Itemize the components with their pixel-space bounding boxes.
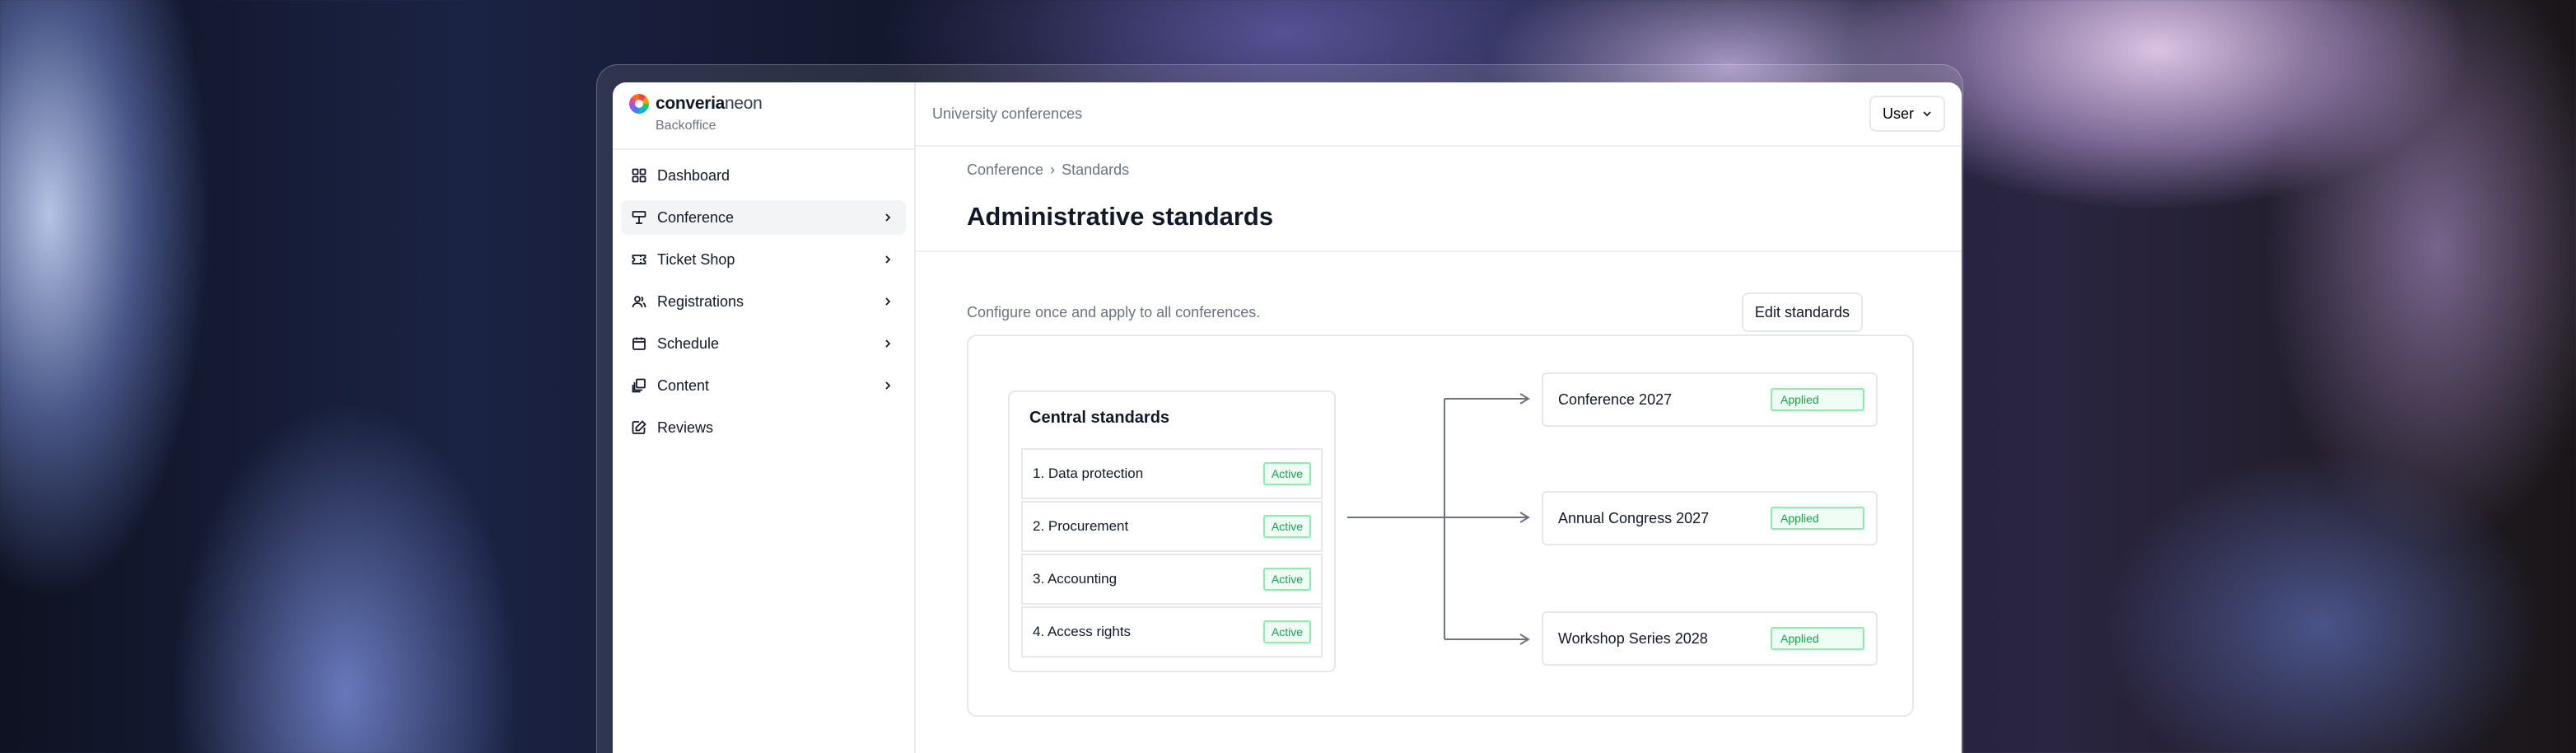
sidebar: converianeon Backoffice Dashboard Confer… bbox=[613, 82, 916, 753]
sidebar-item-reviews[interactable]: Reviews bbox=[621, 410, 906, 445]
chevron-right-icon bbox=[880, 293, 896, 310]
standard-label: 1. Data protection bbox=[1033, 465, 1144, 481]
standard-label: 4. Access rights bbox=[1033, 624, 1132, 639]
sidebar-item-registrations[interactable]: Registrations bbox=[621, 284, 906, 319]
standards-list: 1. Data protection Active 2. Procurement… bbox=[1021, 448, 1323, 659]
arrow-head-1 bbox=[1519, 393, 1530, 405]
breadcrumb-parent[interactable]: Conference bbox=[967, 161, 1043, 179]
sidebar-item-label: Dashboard bbox=[657, 166, 730, 184]
breadcrumb: Conference › Standards bbox=[967, 161, 1911, 179]
chevron-right-icon bbox=[880, 377, 896, 394]
sidebar-nav: Dashboard Conference Ticket Shop Registr… bbox=[613, 150, 914, 461]
sidebar-item-label: Content bbox=[657, 376, 710, 394]
target-label: Conference 2027 bbox=[1558, 391, 1673, 408]
status-badge: Active bbox=[1262, 515, 1311, 538]
status-badge: Active bbox=[1262, 462, 1311, 485]
topbar: University conferences User bbox=[916, 82, 1962, 147]
dashboard-icon bbox=[631, 167, 647, 184]
chevron-right-icon bbox=[880, 209, 896, 226]
brand-name: converianeon bbox=[656, 94, 763, 113]
list-item[interactable]: 3. Accounting Active bbox=[1021, 554, 1323, 605]
target-conference-card[interactable]: Workshop Series 2028 Applied bbox=[1542, 611, 1878, 666]
arrow-head-2 bbox=[1519, 512, 1530, 523]
user-menu-label: User bbox=[1882, 105, 1914, 122]
status-badge: Active bbox=[1262, 620, 1311, 643]
standard-label: 3. Accounting bbox=[1033, 571, 1118, 587]
chevron-right-icon bbox=[880, 251, 896, 268]
conference-icon bbox=[631, 209, 647, 226]
sidebar-item-dashboard[interactable]: Dashboard bbox=[621, 158, 906, 193]
standard-label: 2. Procurement bbox=[1033, 518, 1129, 534]
sidebar-item-label: Registrations bbox=[657, 292, 744, 310]
users-icon bbox=[631, 293, 647, 310]
sidebar-item-label: Schedule bbox=[657, 334, 720, 352]
brand-subtitle: Backoffice bbox=[656, 119, 716, 133]
page-header: Conference › Standards Administrative st… bbox=[916, 147, 1962, 252]
status-badge: Applied bbox=[1771, 507, 1864, 530]
status-badge: Applied bbox=[1771, 627, 1864, 650]
main-content: University conferences User Conference ›… bbox=[916, 82, 1962, 753]
target-conference-card[interactable]: Annual Congress 2027 Applied bbox=[1542, 491, 1878, 545]
sidebar-item-content[interactable]: Content bbox=[621, 368, 906, 403]
status-badge: Active bbox=[1262, 568, 1311, 591]
chevron-right-icon bbox=[880, 335, 896, 352]
reviews-icon bbox=[631, 419, 647, 436]
page-title: Administrative standards bbox=[967, 202, 1274, 231]
converia-logo-icon bbox=[629, 94, 649, 114]
brand[interactable]: converianeon Backoffice bbox=[613, 82, 914, 150]
sidebar-item-label: Conference bbox=[657, 208, 735, 226]
app-window: converianeon Backoffice Dashboard Confer… bbox=[613, 82, 1962, 753]
list-item[interactable]: 1. Data protection Active bbox=[1021, 448, 1323, 499]
chevron-down-icon bbox=[1922, 105, 1932, 123]
user-menu-button[interactable]: User bbox=[1869, 96, 1945, 132]
workspace-title: University conferences bbox=[932, 105, 1083, 122]
target-label: Annual Congress 2027 bbox=[1558, 509, 1710, 526]
sidebar-item-label: Ticket Shop bbox=[657, 250, 735, 268]
content-icon bbox=[631, 377, 647, 394]
sidebar-item-conference[interactable]: Conference bbox=[621, 200, 906, 235]
sidebar-item-label: Reviews bbox=[657, 419, 714, 436]
list-item[interactable]: 2. Procurement Active bbox=[1021, 501, 1323, 552]
ticket-icon bbox=[631, 251, 647, 268]
edit-standards-button[interactable]: Edit standards bbox=[1741, 292, 1863, 332]
page-subtitle: Configure once and apply to all conferen… bbox=[967, 303, 1261, 320]
breadcrumb-separator: › bbox=[1050, 161, 1056, 178]
status-badge: Applied bbox=[1771, 388, 1864, 411]
breadcrumb-current: Standards bbox=[1062, 161, 1130, 178]
sidebar-item-ticket-shop[interactable]: Ticket Shop bbox=[621, 242, 906, 277]
target-label: Workshop Series 2028 bbox=[1558, 629, 1708, 647]
toolbar-row: Configure once and apply to all conferen… bbox=[967, 292, 1863, 333]
central-standards-card: Central standards 1. Data protection Act… bbox=[1008, 391, 1336, 672]
central-standards-title: Central standards bbox=[1029, 409, 1170, 427]
sidebar-item-schedule[interactable]: Schedule bbox=[621, 326, 906, 361]
standards-diagram-panel: Central standards 1. Data protection Act… bbox=[967, 334, 1914, 717]
arrow-head-3 bbox=[1519, 634, 1530, 645]
target-conference-card[interactable]: Conference 2027 Applied bbox=[1542, 372, 1878, 427]
calendar-icon bbox=[631, 335, 647, 352]
list-item[interactable]: 4. Access rights Active bbox=[1021, 606, 1323, 657]
